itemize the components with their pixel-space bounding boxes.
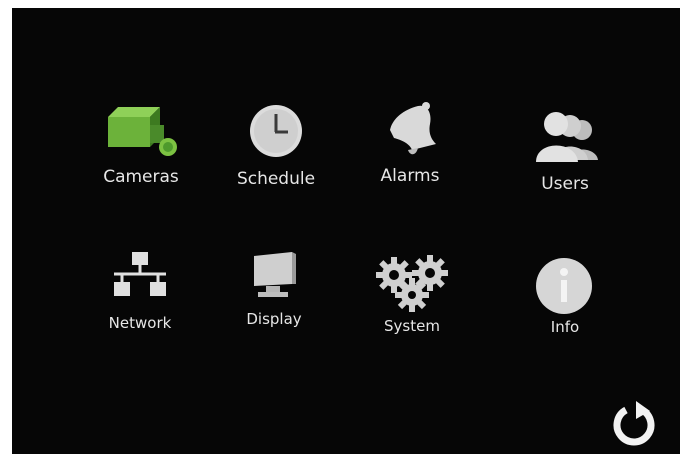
refresh-icon <box>613 401 655 446</box>
gears-icon <box>376 255 448 312</box>
menu-item-info[interactable]: Info <box>510 256 620 346</box>
menu-label-network: Network <box>108 314 172 332</box>
menu-label-alarms: Alarms <box>380 166 440 186</box>
menu-label-schedule: Schedule <box>236 169 316 189</box>
users-icon <box>536 112 598 162</box>
menu-label-cameras: Cameras <box>103 167 179 187</box>
menu-label-system: System <box>384 317 440 335</box>
menu-label-display: Display <box>246 310 302 328</box>
menu-item-alarms[interactable]: Alarms <box>360 98 470 193</box>
menu-item-system[interactable]: System <box>360 253 470 343</box>
clock-icon <box>250 105 302 157</box>
info-icon <box>536 258 592 314</box>
refresh-button[interactable] <box>606 397 662 453</box>
menu-item-users[interactable]: Users <box>510 108 620 203</box>
camera-icon <box>108 107 177 156</box>
menu-item-schedule[interactable]: Schedule <box>222 103 332 198</box>
menu-label-info: Info <box>550 318 580 336</box>
menu-item-cameras[interactable]: Cameras <box>90 103 200 198</box>
network-icon <box>114 252 166 296</box>
monitor-icon <box>254 252 296 297</box>
bell-icon <box>390 102 436 155</box>
menu-item-display[interactable]: Display <box>222 246 332 336</box>
menu-label-users: Users <box>541 174 589 194</box>
menu-item-network[interactable]: Network <box>90 250 200 340</box>
main-menu-screen: Cameras Schedule Alarms Users Network Di… <box>12 8 680 454</box>
